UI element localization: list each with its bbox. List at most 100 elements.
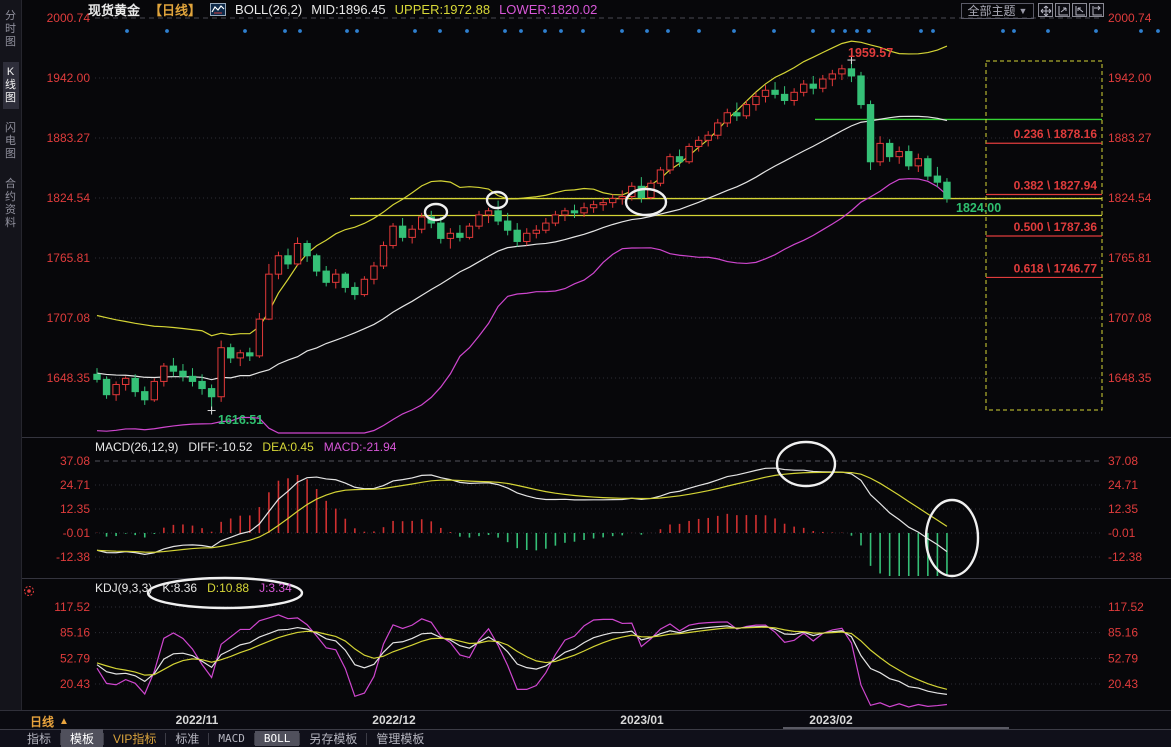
event-dot [559, 29, 563, 33]
event-dot [666, 29, 670, 33]
candle [609, 194, 617, 208]
candle [379, 241, 388, 270]
event-dot [931, 29, 935, 33]
y-axis-tick: 37.08 [60, 454, 90, 468]
tab-boll[interactable]: BOLL [254, 731, 300, 746]
chart-type-sidebar: 分时图 K线图闪电图合约资料 [0, 0, 22, 710]
candle [456, 225, 464, 242]
candle [351, 282, 359, 300]
candle [618, 190, 626, 205]
tab-templates[interactable]: 模板 [61, 729, 104, 747]
chart-plot-area[interactable]: 2000.74 2000.74 1942.00 1942.00 1883.27 1883.… [0, 0, 1171, 710]
chevron-down-icon: ▼ [1018, 6, 1028, 16]
y-axis-scale-icon[interactable] [1055, 3, 1070, 17]
event-dot [1094, 29, 1098, 33]
y-axis-tick: 85.16 [1108, 626, 1138, 640]
chart-tool-buttons [1038, 3, 1104, 17]
indicator-marker-icon[interactable] [23, 584, 35, 596]
y-axis-tick: 1765.81 [1108, 251, 1152, 265]
y-axis-tick: 1707.08 [1108, 311, 1152, 325]
sidebar-item-flash-chart[interactable]: 闪电图 [3, 118, 19, 165]
tab-macd[interactable]: MACD [209, 731, 254, 746]
event-dot [1012, 29, 1016, 33]
theme-dropdown[interactable]: 全部主题 ▼ [961, 3, 1034, 19]
highlight-ellipse [423, 202, 449, 222]
event-dot [697, 29, 701, 33]
candle [675, 149, 684, 167]
y-axis-tick: -12.38 [1108, 550, 1142, 564]
candle [131, 374, 139, 397]
kdj-panel-series [96, 614, 948, 708]
sidebar-item-contract-info[interactable]: 合约资料 [3, 174, 19, 234]
kdj-k-value: K:8.36 [162, 581, 198, 595]
candle [398, 217, 407, 242]
event-dot [811, 29, 815, 33]
tab-save-template[interactable]: 另存模板 [300, 729, 366, 747]
event-dot [645, 29, 649, 33]
period-selector[interactable]: 日线 ▲ [30, 713, 69, 730]
candle [800, 80, 808, 97]
tab-manage-templates[interactable]: 管理模板 [367, 729, 433, 747]
candle [121, 376, 130, 391]
candle [160, 363, 168, 387]
tab-vip-indicators[interactable]: VIP指标 [104, 729, 165, 747]
price-annotations: 1959.57 1616.51 1824.00 [218, 46, 1001, 427]
event-dot [298, 29, 302, 33]
y-axis-tick: -0.01 [1108, 526, 1136, 540]
candle [723, 108, 731, 128]
candle [885, 139, 894, 162]
candle [112, 381, 120, 401]
sidebar-item-time-share-chart[interactable]: 分时图 [3, 6, 19, 53]
event-dot [843, 29, 847, 33]
candle [857, 71, 865, 109]
macd-diff-value: DIFF:-10.52 [188, 440, 253, 454]
y-axis-tick: 2000.74 [1108, 11, 1152, 25]
candle [542, 217, 550, 234]
y-axis-tick: 24.71 [60, 478, 90, 492]
event-dot [772, 29, 776, 33]
candle [341, 272, 350, 293]
y-axis-tick: 1824.54 [47, 191, 91, 205]
macd-header: MACD(26,12,9) DIFF:-10.52 DEA:0.45 MACD:… [95, 440, 396, 454]
y-axis-tick: 117.52 [1108, 600, 1144, 614]
boll-mid-value: MID:1896.45 [311, 1, 386, 17]
highlight-ellipse [775, 440, 837, 488]
fib-level-label: 0.500 \ 1787.36 [1014, 220, 1098, 234]
candle [876, 136, 884, 166]
event-dot [1001, 29, 1005, 33]
reset-view-icon[interactable] [1089, 3, 1104, 17]
bottom-toolbar: 指标 模板 VIP指标 标准 MACD BOLL 另存模板 管理模板 [0, 729, 1171, 747]
tab-indicators[interactable]: 指标 [18, 729, 60, 747]
candle [217, 340, 225, 402]
chart-header: 现货黄金 【日线】 BOLL(26,2) MID:1896.45 UPPER:1… [88, 1, 597, 18]
candle [666, 153, 674, 175]
tab-standard[interactable]: 标准 [166, 729, 208, 747]
fib-level-label: 0.236 \ 1878.16 [1014, 127, 1098, 141]
candle [322, 265, 330, 287]
candle [188, 368, 197, 387]
kdj-title: KDJ(9,3,3) [95, 581, 153, 595]
event-dot [345, 29, 349, 33]
trading-terminal-window: 2000.74 2000.74 1942.00 1942.00 1883.27 1883.… [0, 0, 1171, 747]
candle [551, 210, 560, 227]
candle [303, 240, 311, 262]
symbol-name: 现货黄金 [88, 2, 141, 18]
candle [93, 368, 101, 383]
theme-dropdown-label: 全部主题 [967, 4, 1016, 18]
candle [408, 225, 416, 244]
candle [905, 145, 913, 170]
event-dot [1156, 29, 1160, 33]
event-dot [855, 29, 859, 33]
sidebar-item-kline-chart[interactable]: K线图 [2, 62, 19, 109]
candlesticks [93, 60, 951, 411]
x-axis-scale-icon[interactable] [1072, 3, 1087, 17]
candle [714, 118, 722, 140]
pan-tool-icon[interactable] [1038, 3, 1053, 17]
candle [523, 228, 531, 246]
candle [293, 237, 302, 266]
y-axis-tick: 20.43 [60, 677, 90, 691]
triangle-up-icon: ▲ [59, 716, 69, 727]
x-axis-label: 2022/11 [175, 713, 219, 727]
candle [332, 269, 340, 289]
y-axis-tick: 85.16 [60, 626, 90, 640]
